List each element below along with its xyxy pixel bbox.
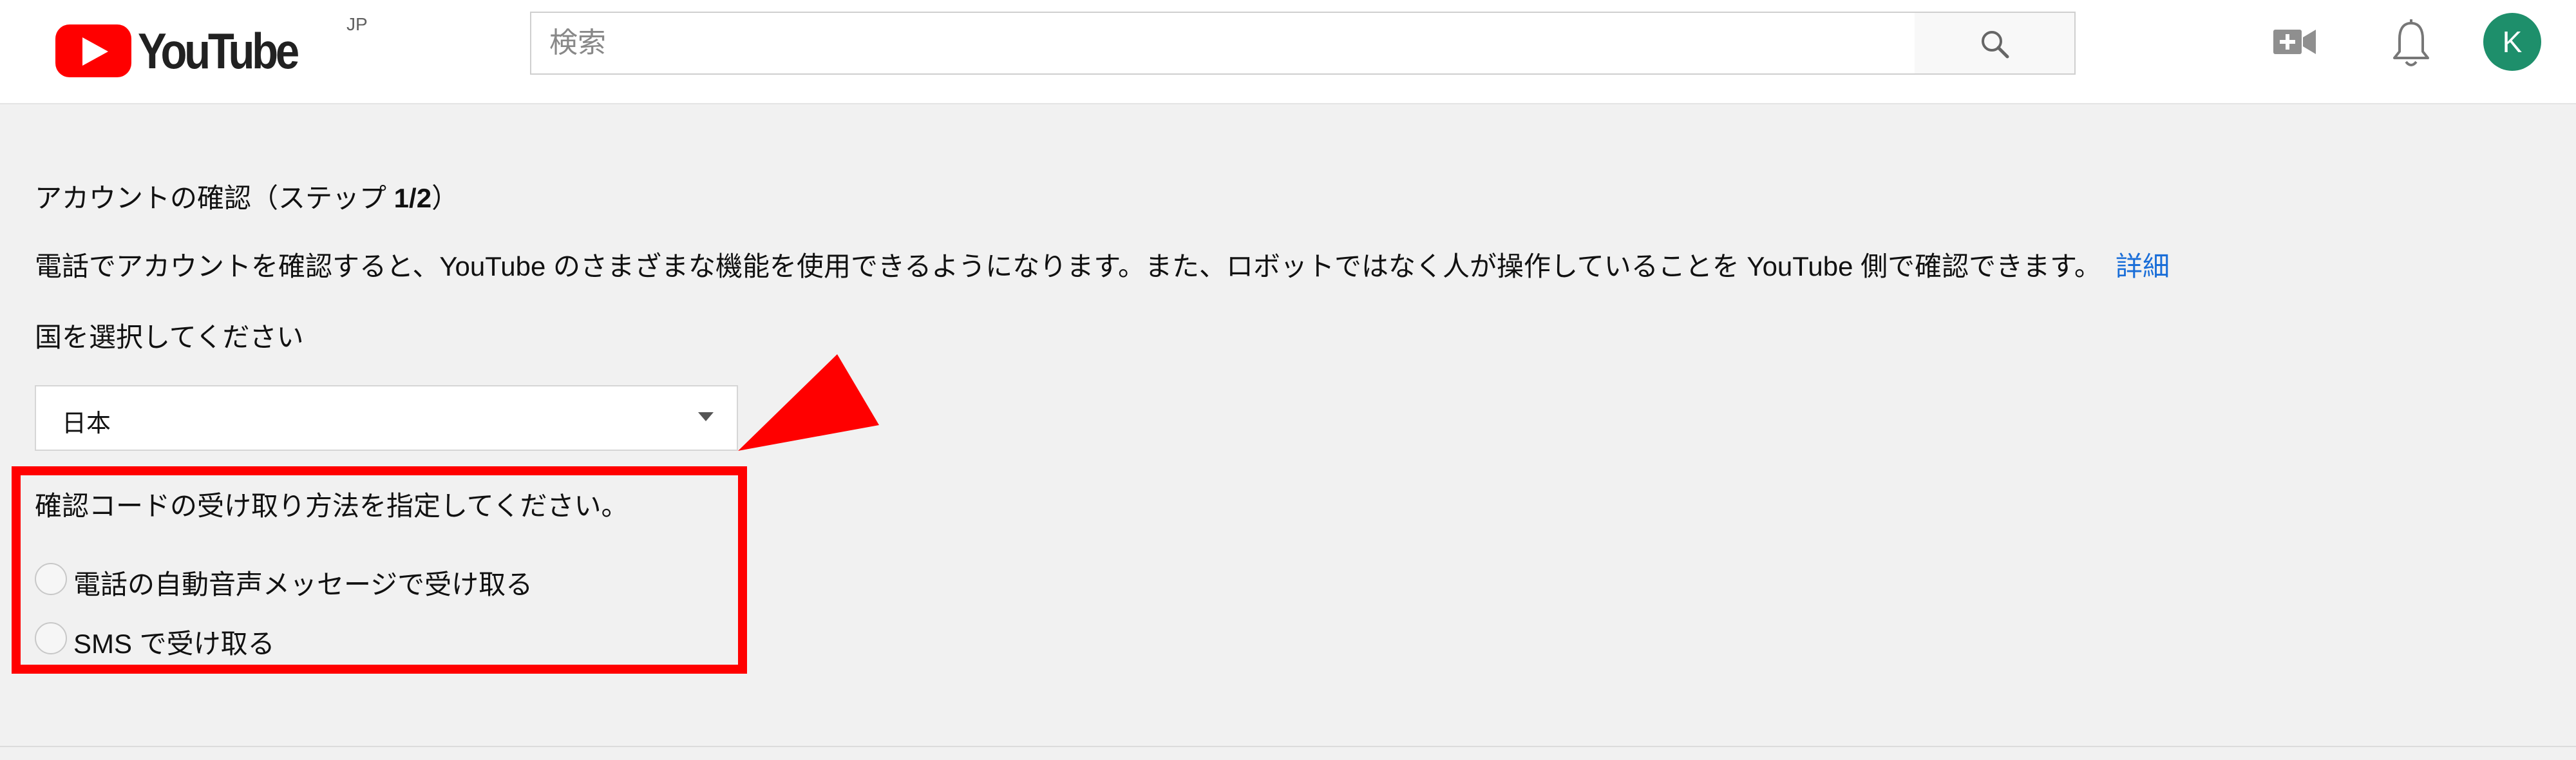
divider xyxy=(0,746,2576,747)
create-video-icon[interactable] xyxy=(2273,26,2316,58)
search-icon xyxy=(1982,31,2009,59)
details-link[interactable]: 詳細 xyxy=(2116,251,2170,281)
verification-description: 電話でアカウントを確認すると、YouTube のさまざまな機能を使用できるように… xyxy=(35,245,2170,284)
step-title-prefix: アカウントの確認（ステップ xyxy=(35,183,394,213)
country-label: 国を選択してください xyxy=(35,322,304,352)
search-button[interactable] xyxy=(1915,12,2076,75)
page-title: アカウントの確認（ステップ 1/2） xyxy=(35,176,459,216)
logo-wordmark: YouTube xyxy=(138,23,299,79)
play-logo-icon xyxy=(55,24,131,77)
method-label: 確認コードの受け取り方法を指定してください。 xyxy=(35,491,629,521)
country-select[interactable]: 日本 xyxy=(35,385,738,451)
account-avatar[interactable]: K xyxy=(2483,13,2541,71)
step-number: 1/2 xyxy=(393,183,432,213)
radio-button[interactable] xyxy=(35,563,67,595)
search-input[interactable] xyxy=(530,12,1916,75)
top-header: YouTube JP K xyxy=(0,0,2576,104)
radio-label: SMS で受け取る xyxy=(73,629,275,659)
logo-region-code: JP xyxy=(346,14,368,34)
annotation-arrow xyxy=(738,354,879,451)
step-title-suffix: ） xyxy=(431,183,459,213)
radio-label: 電話の自動音声メッセージで受け取る xyxy=(73,569,533,600)
notifications-bell-icon[interactable] xyxy=(2391,18,2432,71)
chevron-down-icon xyxy=(698,412,714,421)
country-selected-value: 日本 xyxy=(62,410,111,437)
radio-button[interactable] xyxy=(35,622,67,654)
description-text: 電話でアカウントを確認すると、YouTube のさまざまな機能を使用できるように… xyxy=(35,251,2101,281)
